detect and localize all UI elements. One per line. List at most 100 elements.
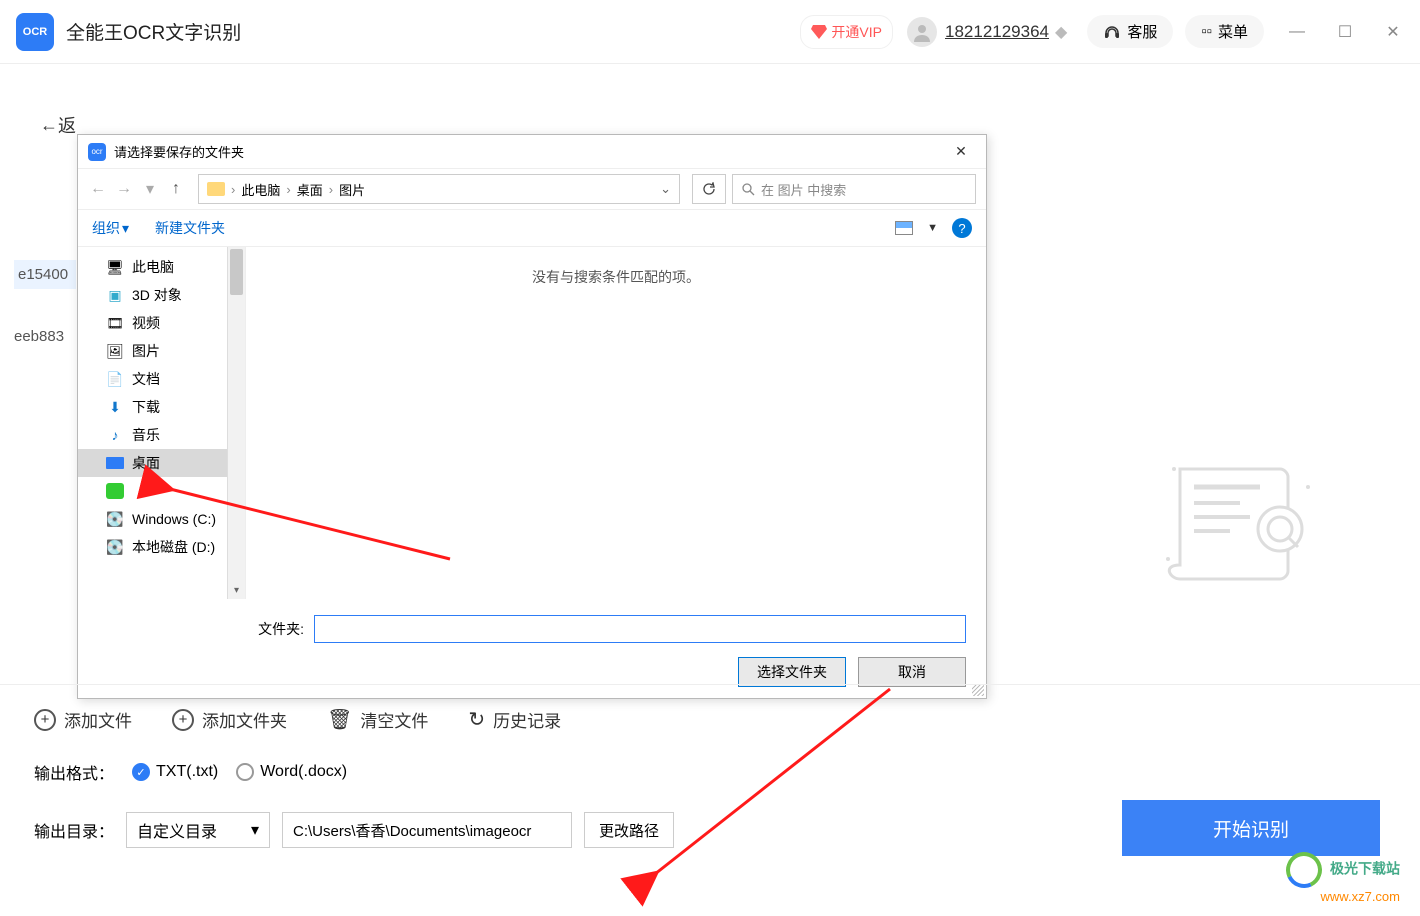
watermark: 极光下载站 www.xz7.com: [1286, 852, 1400, 904]
tree-item-music[interactable]: ♪音乐: [78, 421, 245, 449]
select-folder-button[interactable]: 选择文件夹: [738, 657, 846, 687]
folder-dialog: ocr 请选择要保存的文件夹 ✕ ← → ▾ ↑ › 此电脑 › 桌面 › 图片…: [77, 134, 987, 699]
preview-placeholder-icon: [1160, 459, 1320, 599]
format-word-radio[interactable]: Word(.docx): [236, 763, 347, 781]
drive-icon: 💽: [106, 511, 124, 527]
close-button[interactable]: ✕: [1382, 21, 1404, 43]
maximize-button[interactable]: ☐: [1334, 21, 1356, 43]
image-icon: 🖼: [106, 343, 124, 359]
watermark-line1: 极光下载站: [1330, 861, 1400, 877]
breadcrumb-dropdown-icon[interactable]: ⌄: [660, 181, 671, 197]
menu-label: 菜单: [1218, 21, 1248, 42]
breadcrumb-seg-2[interactable]: 图片: [339, 180, 365, 199]
drive-icon: 💽: [106, 539, 124, 555]
account-dropdown-icon[interactable]: ◆: [1055, 22, 1067, 42]
dialog-title: 请选择要保存的文件夹: [114, 142, 244, 161]
desktop-icon: [106, 457, 124, 469]
3d-icon: ▣: [106, 287, 124, 303]
app-title: 全能王OCR文字识别: [66, 18, 241, 45]
change-path-button[interactable]: 更改路径: [584, 812, 674, 848]
add-folder-button[interactable]: +添加文件夹: [172, 707, 287, 732]
dialog-toolbar: 组织 ▾ 新建文件夹 ▼ ?: [78, 209, 986, 247]
nav-forward-icon[interactable]: →: [114, 180, 134, 198]
history-button[interactable]: ↻历史记录: [468, 707, 561, 732]
action-row: +添加文件 +添加文件夹 🗑清空文件 ↻历史记录: [34, 707, 1386, 732]
user-icon: [912, 22, 932, 42]
watermark-logo-icon: [1281, 847, 1327, 893]
tree-item-video[interactable]: 🎞视频: [78, 309, 245, 337]
search-icon: [741, 182, 755, 196]
help-icon[interactable]: ?: [952, 218, 972, 238]
chevron-down-icon[interactable]: ▼: [927, 222, 938, 234]
tree-item-drive-c[interactable]: 💽Windows (C:): [78, 505, 245, 533]
back-link[interactable]: ← 返: [40, 112, 76, 138]
download-icon: ⬇: [106, 399, 124, 415]
tree-scrollbar[interactable]: ▾: [227, 247, 245, 599]
diamond-icon: [811, 25, 827, 39]
start-recognize-button[interactable]: 开始识别: [1122, 800, 1380, 856]
iqiyi-icon: [106, 483, 124, 499]
menu-button[interactable]: ▫▫ 菜单: [1185, 15, 1264, 48]
service-label: 客服: [1127, 21, 1157, 42]
organize-menu[interactable]: 组织 ▾: [92, 218, 129, 238]
folder-name-label: 文件夹:: [98, 619, 304, 639]
format-txt-radio[interactable]: TXT(.txt): [132, 763, 218, 781]
tree-item-doc[interactable]: 📄文档: [78, 365, 245, 393]
cancel-button[interactable]: 取消: [858, 657, 966, 687]
minimize-button[interactable]: —: [1286, 21, 1308, 43]
watermark-line2: www.xz7.com: [1321, 889, 1400, 904]
music-icon: ♪: [106, 427, 124, 443]
tree-item-pc[interactable]: 🖥此电脑: [78, 253, 245, 281]
grid-icon: ▫▫: [1201, 23, 1212, 40]
doc-icon: 📄: [106, 371, 124, 387]
vip-label: 开通VIP: [831, 22, 882, 42]
refresh-icon: [702, 182, 716, 196]
nav-recent-icon[interactable]: ▾: [140, 179, 160, 199]
vip-button[interactable]: 开通VIP: [800, 15, 893, 49]
tree-item-image[interactable]: 🖼图片: [78, 337, 245, 365]
tree-item-iqiyi[interactable]: [78, 477, 245, 505]
breadcrumb-seg-1[interactable]: 桌面: [297, 180, 323, 199]
file-row-1[interactable]: e15400: [14, 260, 76, 289]
folder-name-input[interactable]: [314, 615, 966, 643]
output-path-display: C:\Users\香香\Documents\imageocr: [282, 812, 572, 848]
tree-item-drive-d[interactable]: 💽本地磁盘 (D:): [78, 533, 245, 561]
refresh-button[interactable]: [692, 174, 726, 204]
pc-icon: 🖥: [106, 259, 124, 275]
chevron-down-icon: ▾: [122, 220, 129, 237]
folder-tree: 🖥此电脑 ▣3D 对象 🎞视频 🖼图片 📄文档 ⬇下载 ♪音乐 桌面 💽Wind…: [78, 247, 246, 599]
format-label: 输出格式：: [34, 760, 114, 784]
new-folder-button[interactable]: 新建文件夹: [155, 218, 225, 238]
dialog-body: 🖥此电脑 ▣3D 对象 🎞视频 🖼图片 📄文档 ⬇下载 ♪音乐 桌面 💽Wind…: [78, 247, 986, 599]
window-controls: — ☐ ✕: [1286, 21, 1404, 43]
format-row: 输出格式： TXT(.txt) Word(.docx): [34, 760, 1386, 784]
folder-content: 没有与搜索条件匹配的项。: [246, 247, 986, 599]
titlebar: OCR 全能王OCR文字识别 开通VIP 18212129364 ◆ 客服 ▫▫…: [0, 0, 1420, 64]
add-file-button[interactable]: +添加文件: [34, 707, 132, 732]
nav-back-icon[interactable]: ←: [88, 180, 108, 198]
output-mode-select[interactable]: 自定义目录▾: [126, 812, 270, 848]
plus-icon: +: [34, 709, 56, 731]
dialog-close-button[interactable]: ✕: [946, 143, 976, 160]
search-input[interactable]: 在 图片 中搜索: [732, 174, 976, 204]
tree-item-download[interactable]: ⬇下载: [78, 393, 245, 421]
main-area: ← 返 e15400 eeb883 ocr 请选择要保存的文件夹 ✕ ← → ▾…: [0, 64, 1420, 684]
file-row-2[interactable]: eeb883: [14, 328, 64, 345]
avatar[interactable]: [907, 17, 937, 47]
breadcrumb[interactable]: › 此电脑 › 桌面 › 图片 ⌄: [198, 174, 680, 204]
account-phone[interactable]: 18212129364: [945, 22, 1049, 42]
clear-files-button[interactable]: 🗑清空文件: [327, 707, 428, 732]
headset-icon: [1103, 23, 1121, 41]
tree-item-desktop[interactable]: 桌面: [78, 449, 245, 477]
search-placeholder: 在 图片 中搜索: [761, 180, 846, 199]
output-label: 输出目录：: [34, 818, 114, 842]
plus-icon: +: [172, 709, 194, 731]
breadcrumb-seg-0[interactable]: 此电脑: [241, 180, 280, 199]
service-button[interactable]: 客服: [1087, 15, 1173, 48]
bottom-panel: +添加文件 +添加文件夹 🗑清空文件 ↻历史记录 输出格式： TXT(.txt)…: [0, 684, 1420, 916]
nav-up-icon[interactable]: ↑: [166, 180, 186, 198]
folder-icon: [207, 182, 225, 196]
tree-item-3d[interactable]: ▣3D 对象: [78, 281, 245, 309]
app-logo: OCR: [16, 13, 54, 51]
view-mode-icon[interactable]: [895, 221, 913, 235]
